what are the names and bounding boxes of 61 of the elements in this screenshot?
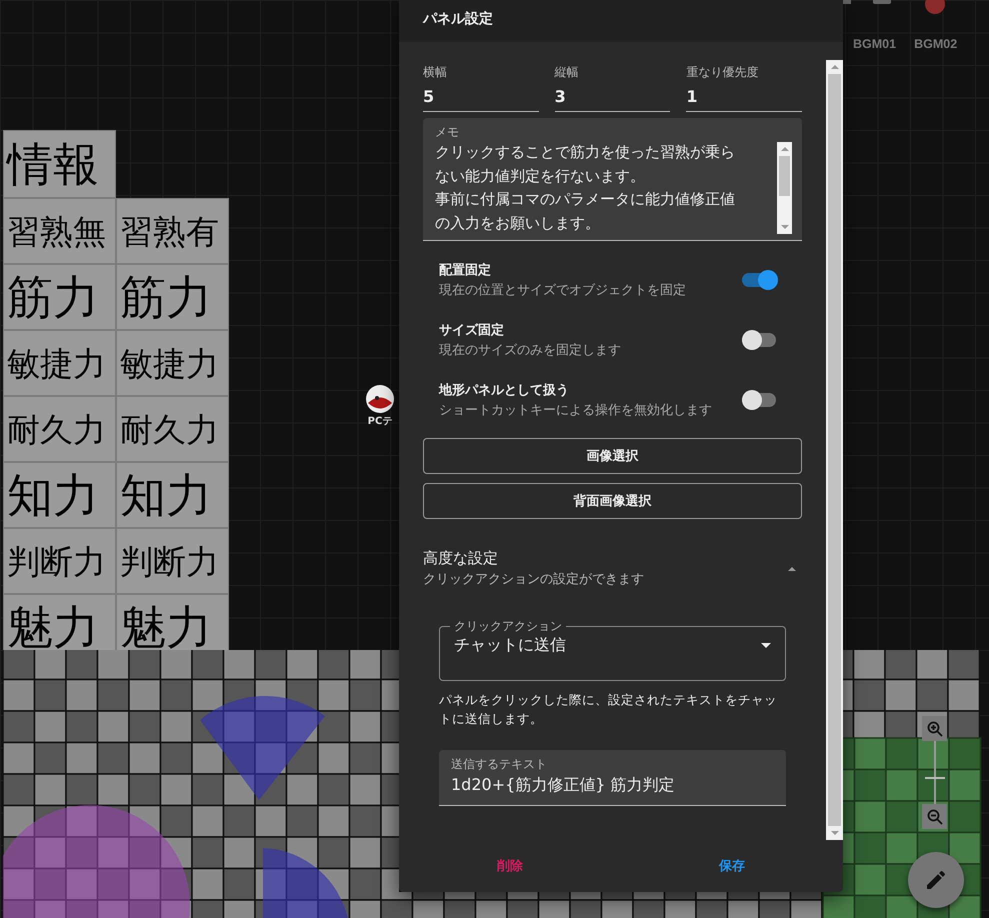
memo-field[interactable]: メモ クリックすることで筋力を使った習熟が乗らない能力値判定を行ないます。 事前に付属コマのパラメータに能力値修正値の入力をお願いします。 — [423, 118, 802, 241]
number-field[interactable]: 重なり優先度 1 — [686, 64, 802, 112]
image-select-button[interactable]: 画像選択 — [423, 438, 802, 474]
toggle-title: 地形パネルとして扱う — [439, 382, 570, 399]
select-value: チャットに送信 — [454, 635, 566, 656]
caret-icon — [761, 643, 771, 648]
field-label: 縦幅 — [554, 64, 580, 81]
dialog-title: パネル設定 — [423, 11, 493, 27]
toggle-switch[interactable] — [742, 270, 778, 290]
scrollbar[interactable] — [777, 142, 792, 234]
toggle-description: 現在のサイズのみを固定します — [439, 342, 621, 359]
info-cell: 習熟有 — [116, 198, 229, 264]
info-cell: 判断力 — [3, 528, 116, 594]
info-cell: 知力 — [116, 462, 229, 528]
scrollbar[interactable] — [826, 60, 843, 840]
toggle-switch[interactable] — [742, 390, 778, 410]
image-select-button[interactable]: 背面画像選択 — [423, 483, 802, 519]
toggle-description: 現在の位置とサイズでオブジェクトを固定 — [439, 282, 686, 299]
info-cell: 習熟無 — [3, 198, 116, 264]
chevron-icon[interactable] — [788, 566, 796, 570]
bgm-label[interactable]: BGM01 — [853, 37, 896, 51]
zoom-in-button[interactable] — [922, 716, 947, 741]
zoom-in-icon — [926, 720, 942, 736]
field-value: 1 — [686, 87, 698, 106]
memo-text: クリックすることで筋力を使った習熟が乗らない能力値判定を行ないます。 — [435, 142, 736, 186]
section-title: 高度な設定 — [423, 549, 499, 568]
zoom-out-button[interactable] — [922, 804, 947, 829]
number-field[interactable]: 縦幅 3 — [554, 64, 670, 112]
field-label: 横幅 — [423, 64, 448, 81]
info-cell: 知力 — [3, 462, 116, 528]
send-text-field[interactable]: 送信するテキスト 1d20+{筋力修正値} 筋力判定 — [439, 750, 786, 806]
help-text: パネルをクリックした際に、設定されたテキストをチャットに送信します。 — [439, 691, 778, 728]
info-cell: 敏捷力 — [116, 330, 229, 396]
number-field[interactable]: 横幅 5 — [423, 64, 539, 112]
bgm-label[interactable]: BGM02 — [914, 37, 958, 51]
field-label: 重なり優先度 — [686, 64, 760, 81]
click-action-select[interactable]: クリックアクション チャットに送信 — [439, 618, 786, 681]
field-label: 送信するテキスト — [451, 756, 548, 773]
pencil-icon — [924, 868, 948, 892]
section-description: クリックアクションの設定ができます — [423, 571, 644, 588]
token-label: PCテ — [368, 415, 392, 428]
info-title: 情報 — [3, 130, 116, 198]
info-cell: 筋力 — [3, 264, 116, 330]
field-value: 1d20+{筋力修正値} 筋力判定 — [451, 775, 676, 796]
field-value: 3 — [554, 87, 567, 106]
toggle-description: ショートカットキーによる操作を無効化します — [439, 402, 712, 419]
info-cell: 耐久力 — [3, 396, 116, 462]
footer-button[interactable]: 保存 — [621, 840, 843, 892]
zoom-out-icon — [926, 808, 942, 824]
toggle-switch[interactable] — [742, 330, 778, 350]
info-cell: 筋力 — [116, 264, 229, 330]
info-cell: 耐久力 — [116, 396, 229, 462]
info-cell: 敏捷力 — [3, 330, 116, 396]
toggle-title: サイズ固定 — [439, 322, 505, 339]
field-label: クリックアクション — [453, 618, 563, 635]
info-cell: 判断力 — [116, 528, 229, 594]
token-icon[interactable] — [365, 384, 395, 414]
field-label: メモ — [435, 124, 460, 141]
memo-text: 事前に付属コマのパラメータに能力値修正値の入力をお願いします。 — [435, 189, 736, 234]
field-value: 5 — [423, 87, 436, 106]
toggle-title: 配置固定 — [439, 262, 492, 279]
